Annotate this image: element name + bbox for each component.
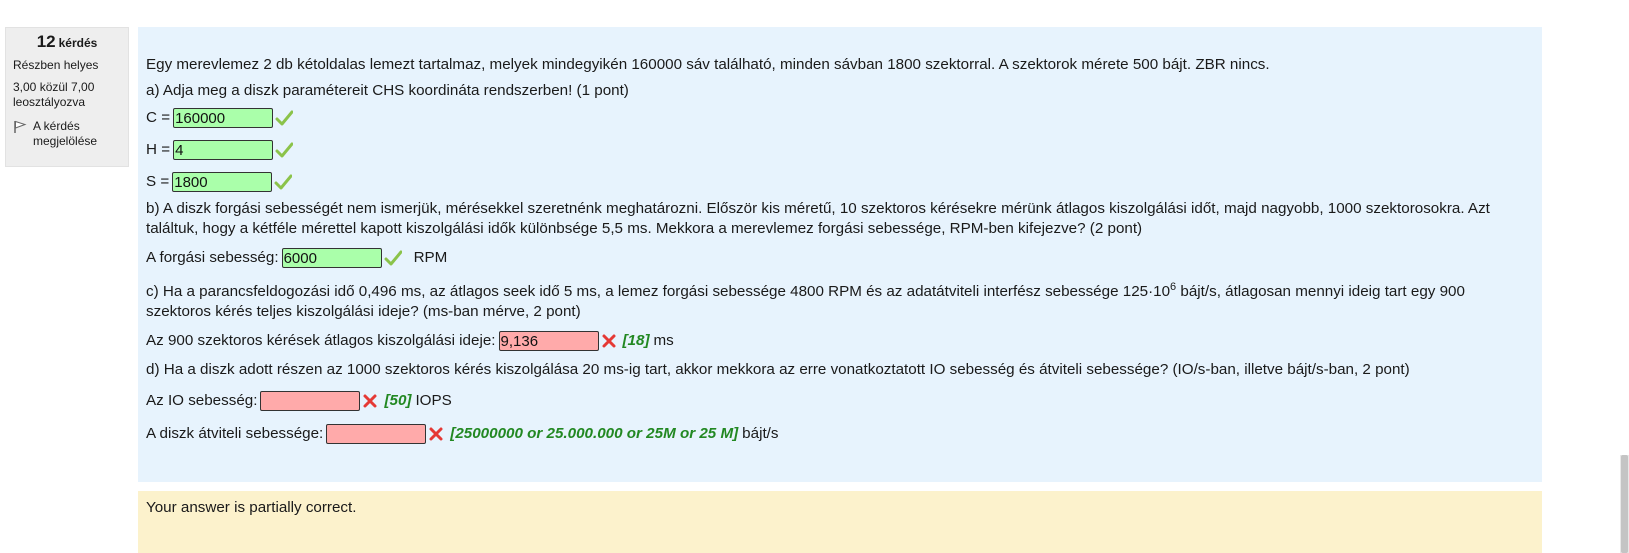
check-icon bbox=[274, 174, 293, 190]
question-grade: 3,00 közül 7,00 leosztályozva bbox=[13, 80, 95, 109]
check-icon bbox=[275, 142, 294, 158]
part-c-text-before: c) Ha a parancsfeldogozási idő 0,496 ms,… bbox=[146, 283, 1171, 301]
flag-question-label: A kérdés megjelölése bbox=[33, 119, 98, 148]
part-c-text: c) Ha a parancsfeldogozási idő 0,496 ms,… bbox=[146, 277, 1534, 322]
h-label: H = bbox=[146, 141, 171, 158]
feedback-box: Your answer is partially correct. bbox=[138, 491, 1542, 553]
throughput-unit: bájt/s bbox=[742, 425, 779, 443]
throughput-right-answer: [25000000 or 25.000.000 or 25M or 25 M] bbox=[450, 425, 739, 443]
cross-icon bbox=[429, 427, 443, 441]
question-number: 12 kérdés bbox=[13, 32, 121, 51]
page-scrollbar[interactable] bbox=[1620, 455, 1629, 553]
flag-icon bbox=[14, 120, 27, 133]
check-icon bbox=[275, 110, 294, 126]
io-unit: IOPS bbox=[415, 392, 452, 410]
service-time-right-answer: [18] bbox=[622, 332, 650, 350]
io-label: Az IO sebesség: bbox=[146, 392, 258, 410]
throughput-label: A diszk átviteli sebessége: bbox=[146, 425, 324, 443]
cross-icon bbox=[363, 394, 377, 408]
io-row: Az IO sebesség: [50] IOPS bbox=[146, 390, 1534, 412]
s-row: S = bbox=[146, 171, 1534, 193]
service-time-row: Az 900 szektoros kérések átlagos kiszolg… bbox=[146, 330, 1534, 352]
flag-question-link[interactable]: A kérdés megjelölése bbox=[13, 119, 121, 149]
question-number-value: 12 bbox=[36, 32, 56, 51]
c-row: C = bbox=[146, 107, 1534, 129]
rpm-input[interactable] bbox=[281, 248, 382, 268]
s-input[interactable] bbox=[172, 172, 273, 192]
part-a-text: a) Adja meg a diszk paramétereit CHS koo… bbox=[146, 82, 629, 99]
rpm-row: A forgási sebesség: RPM bbox=[146, 247, 1534, 269]
cross-icon bbox=[602, 334, 615, 348]
c-label: C = bbox=[146, 109, 171, 126]
scrollbar-thumb[interactable] bbox=[1621, 455, 1628, 553]
rpm-unit: RPM bbox=[413, 249, 448, 266]
question-intro: Egy merevlemez 2 db kétoldalas lemezt ta… bbox=[146, 56, 1270, 73]
throughput-input[interactable] bbox=[326, 424, 427, 445]
io-input[interactable] bbox=[260, 391, 361, 412]
throughput-row: A diszk átviteli sebessége: [25000000 or… bbox=[146, 423, 1534, 445]
h-row: H = bbox=[146, 139, 1534, 161]
question-content: Egy merevlemez 2 db kétoldalas lemezt ta… bbox=[138, 27, 1542, 482]
part-d-text: d) Ha a diszk adott részen az 1000 szekt… bbox=[146, 361, 1410, 379]
service-time-input[interactable] bbox=[498, 331, 599, 352]
service-time-unit: ms bbox=[653, 332, 674, 350]
check-icon bbox=[384, 250, 402, 266]
rpm-label: A forgási sebesség: bbox=[146, 249, 279, 266]
io-right-answer: [50] bbox=[384, 392, 412, 410]
feedback-text: Your answer is partially correct. bbox=[146, 499, 357, 516]
question-info-panel: 12 kérdés Részben helyes 3,00 közül 7,00 … bbox=[5, 27, 129, 167]
part-b-text: b) A diszk forgási sebességét nem ismerj… bbox=[146, 200, 1490, 237]
question-state: Részben helyes bbox=[13, 58, 99, 72]
s-label: S = bbox=[146, 173, 170, 190]
question-number-label: kérdés bbox=[58, 36, 98, 50]
h-input[interactable] bbox=[173, 140, 274, 160]
c-input[interactable] bbox=[173, 108, 274, 128]
service-time-label: Az 900 szektoros kérések átlagos kiszolg… bbox=[146, 332, 496, 350]
